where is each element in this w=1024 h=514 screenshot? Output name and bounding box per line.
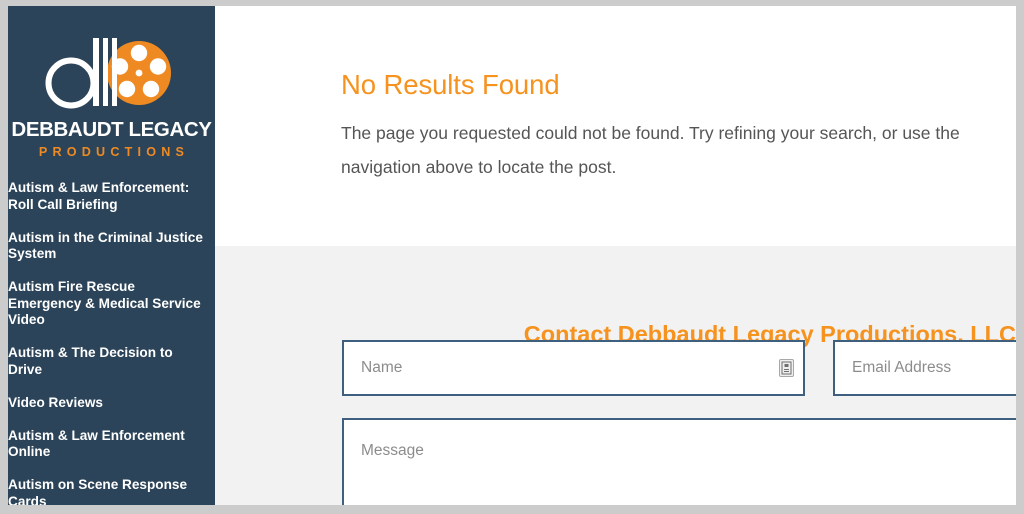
site-logo[interactable]: DEBBAUDT LEGACY PRODUCTIONS	[8, 22, 215, 172]
main-content: No Results Found The page you requested …	[215, 6, 1016, 505]
email-placeholder: Email Address	[852, 359, 952, 376]
sidebar-item-on-scene-response-cards[interactable]: Autism on Scene Response Cards	[8, 477, 215, 505]
page-title: No Results Found	[341, 69, 560, 101]
contact-section: Contact Debbaudt Legacy Productions, LLC…	[215, 246, 1016, 505]
logo-wordmark-main: DEBBAUDT LEGACY	[11, 118, 212, 141]
browser-frame: DEBBAUDT LEGACY PRODUCTIONS Autism & Law…	[0, 0, 1024, 514]
no-results-section: No Results Found The page you requested …	[215, 6, 1016, 246]
no-results-message: The page you requested could not be foun…	[341, 122, 960, 177]
email-field[interactable]: Email Address	[833, 340, 1016, 396]
sidebar: DEBBAUDT LEGACY PRODUCTIONS Autism & Law…	[8, 6, 215, 505]
sidebar-item-video-reviews[interactable]: Video Reviews	[8, 395, 215, 412]
message-placeholder: Message	[361, 442, 424, 459]
page-canvas: DEBBAUDT LEGACY PRODUCTIONS Autism & Law…	[8, 6, 1016, 505]
sidebar-item-criminal-justice-system[interactable]: Autism in the Criminal Justice System	[8, 230, 215, 263]
name-field[interactable]: Name	[342, 340, 805, 396]
contact-form-row: Name Email Address	[342, 340, 1016, 396]
message-field[interactable]: Message	[342, 418, 1016, 505]
sidebar-item-fire-rescue-video[interactable]: Autism Fire Rescue Emergency & Medical S…	[8, 279, 215, 329]
logo-wordmark-sub: PRODUCTIONS	[38, 144, 190, 159]
sidebar-item-law-enforcement-online[interactable]: Autism & Law Enforcement Online	[8, 428, 215, 461]
name-placeholder: Name	[361, 359, 403, 376]
contact-card-icon[interactable]	[779, 359, 794, 377]
sidebar-nav: Autism & Law Enforcement: Roll Call Brie…	[8, 180, 215, 505]
dl-film-reel-logo	[8, 22, 215, 122]
sidebar-item-roll-call-briefing[interactable]: Autism & Law Enforcement: Roll Call Brie…	[8, 180, 215, 213]
logo-wordmark: DEBBAUDT LEGACY PRODUCTIONS	[8, 118, 215, 159]
sidebar-item-decision-to-drive[interactable]: Autism & The Decision to Drive	[8, 345, 215, 378]
